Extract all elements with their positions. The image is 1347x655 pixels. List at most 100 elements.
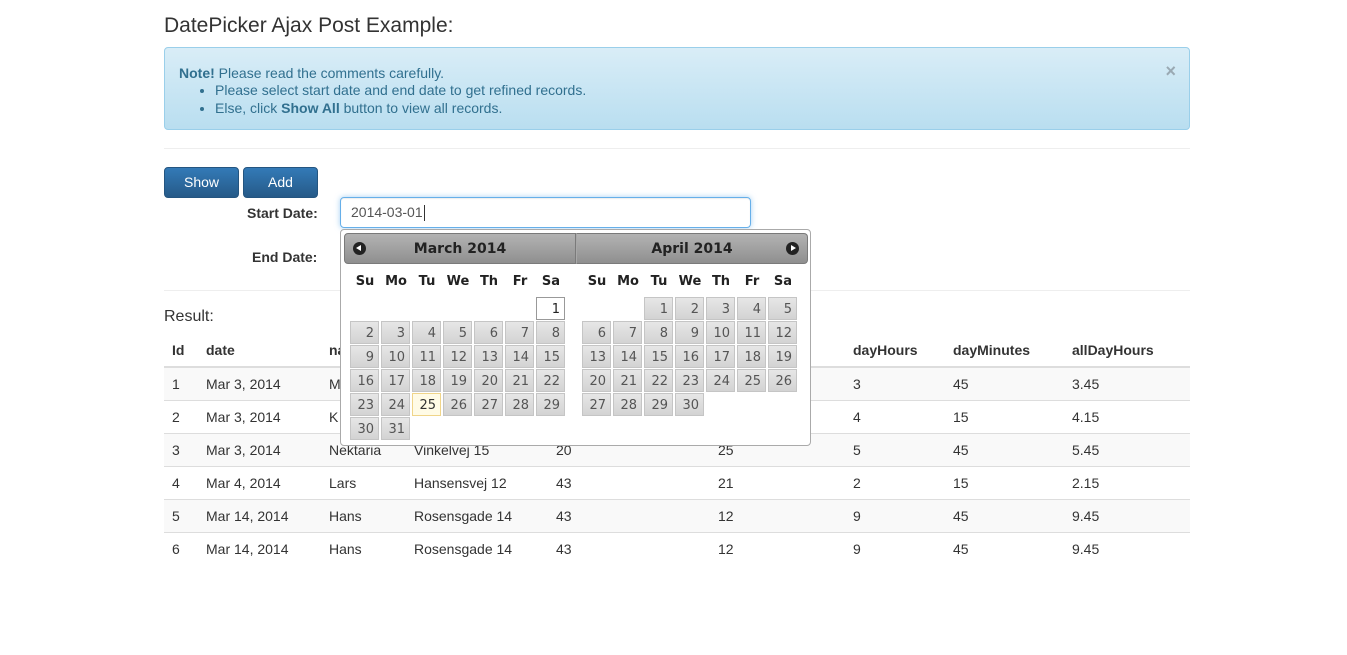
alert-item: Please select start date and end date to… [215,81,586,99]
column-header: dayHours [845,334,945,368]
calendar-day[interactable]: 6 [474,321,503,344]
weekday-header: Tu [418,274,436,289]
calendar-day[interactable]: 21 [613,369,642,392]
table-cell: 45 [945,366,1064,400]
calendar-day[interactable]: 15 [644,345,673,368]
calendar-day[interactable]: 4 [412,321,441,344]
calendar-day[interactable]: 17 [706,345,735,368]
calendar-day[interactable]: 29 [536,393,565,416]
calendar-day[interactable]: 29 [644,393,673,416]
calendar-day[interactable]: 26 [443,393,472,416]
column-header: date [198,334,321,368]
calendar-day[interactable]: 28 [505,393,534,416]
weekday-header: Fr [512,274,528,289]
weekday-header: We [446,274,470,289]
calendar-day[interactable]: 7 [613,321,642,344]
show-all-button[interactable]: Show All [164,167,239,219]
calendar-day[interactable]: 13 [474,345,503,368]
calendar-day[interactable]: 21 [505,369,534,392]
calendar-day[interactable]: 3 [706,297,735,320]
calendar-day[interactable]: 19 [443,369,472,392]
table-row: 5 Mar 14, 2014 Hans Rosensgade 14 43 12 9 45 9.4… [164,498,1190,532]
prev-month-icon[interactable] [353,242,366,255]
calendar-day[interactable]: 25 [412,393,441,416]
calendar-day[interactable]: 28 [613,393,642,416]
calendar-day[interactable]: 22 [536,369,565,392]
calendar-day[interactable]: 23 [350,393,379,416]
next-month-icon[interactable] [786,242,799,255]
calendar-day[interactable]: 14 [505,345,534,368]
end-date-label: End Date: [252,249,318,265]
table-row: 4 Mar 4, 2014 Lars Hansensvej 12 43 21 2 15 2.15 [164,465,1190,499]
calendar-day[interactable]: 1 [536,297,565,320]
calendar-day[interactable]: 24 [706,369,735,392]
calendar-day[interactable]: 16 [675,345,704,368]
calendar-day[interactable]: 31 [381,417,410,440]
calendar-day[interactable]: 27 [582,393,611,416]
calendar-day[interactable]: 25 [737,369,766,392]
calendar-day[interactable]: 17 [381,369,410,392]
calendar-day[interactable]: 27 [474,393,503,416]
table-cell: 4 [845,399,945,433]
calendar-day[interactable]: 22 [644,369,673,392]
calendar-day[interactable]: 11 [737,321,766,344]
start-date-input[interactable]: 2014-03-01 [340,197,751,228]
calendar-day[interactable]: 10 [381,345,410,368]
calendar-day[interactable]: 14 [613,345,642,368]
column-header: dayMinutes [945,334,1064,368]
calendar-day[interactable]: 30 [675,393,704,416]
calendar-day[interactable]: 9 [350,345,379,368]
table-cell: Mar 3, 2014 [198,432,321,466]
start-date-label: Start Date: [247,205,318,221]
column-header: allDayHours [1064,334,1190,368]
calendar-day[interactable]: 16 [350,369,379,392]
table-cell: Hans [321,498,406,532]
datepicker-popup: March 2014 Su Mo Tu We Th Fr Sa 1 2 3 4 5 6 7 8 9 10 11 12… [340,229,811,446]
calendar-day[interactable]: 7 [505,321,534,344]
table-cell: 3.45 [1064,366,1190,400]
calendar-day[interactable]: 5 [768,297,797,320]
weekday-header: Tu [650,274,668,289]
calendar-day[interactable]: 8 [644,321,673,344]
close-icon[interactable]: × [1165,61,1176,81]
add-new-button[interactable]: Add New [243,167,318,219]
table-cell: 4.15 [1064,399,1190,433]
calendar-day[interactable]: 8 [536,321,565,344]
alert-list: Please select start date and end date to… [179,81,586,117]
calendar-day[interactable]: 18 [412,369,441,392]
table-cell: Mar 14, 2014 [198,531,321,565]
calendar-day[interactable]: 30 [350,417,379,440]
month-title: April 2014 [651,241,733,257]
column-header: Id [164,334,198,368]
calendar-day[interactable]: 3 [381,321,410,344]
calendar-day[interactable]: 20 [582,369,611,392]
table-cell: 3 [845,366,945,400]
calendar-day[interactable]: 4 [737,297,766,320]
calendar-day[interactable]: 1 [644,297,673,320]
calendar-day[interactable]: 13 [582,345,611,368]
datepicker-header: April 2014 [576,233,808,264]
calendar-day[interactable]: 9 [675,321,704,344]
table-cell: Hans [321,531,406,565]
alert-item-post: button to view all records. [339,100,503,116]
weekday-header: Mo [385,274,407,289]
calendar-day[interactable]: 12 [768,321,797,344]
calendar-day[interactable]: 20 [474,369,503,392]
calendar-day[interactable]: 11 [412,345,441,368]
calendar-day[interactable]: 10 [706,321,735,344]
calendar-day[interactable]: 15 [536,345,565,368]
calendar-day[interactable]: 6 [582,321,611,344]
table-cell: 2 [164,399,198,433]
calendar-day[interactable]: 18 [737,345,766,368]
calendar-day[interactable]: 23 [675,369,704,392]
calendar-day[interactable]: 24 [381,393,410,416]
calendar-day[interactable]: 12 [443,345,472,368]
calendar-day[interactable]: 2 [675,297,704,320]
calendar-day[interactable]: 5 [443,321,472,344]
table-cell: 43 [548,465,710,499]
calendar-day[interactable]: 26 [768,369,797,392]
datepicker-month: April 2014 Su Mo Tu We Th Fr Sa 1 2 3 4 5 6 7 8 9 10 11 12… [576,233,808,416]
calendar-day[interactable]: 2 [350,321,379,344]
calendar-day[interactable]: 19 [768,345,797,368]
alert-item-strong: Show All [281,100,340,116]
